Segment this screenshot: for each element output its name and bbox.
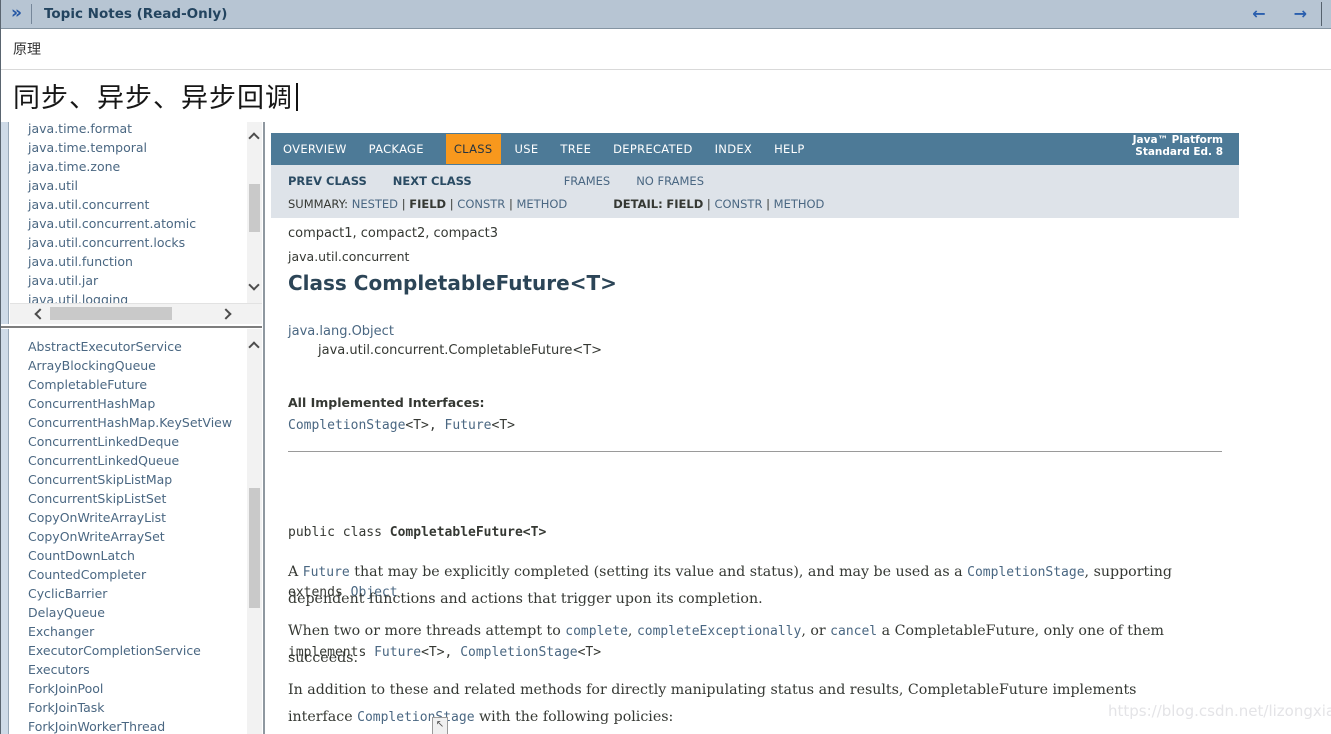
horizontal-rule bbox=[288, 451, 1222, 452]
forward-arrow-icon[interactable]: → bbox=[1294, 4, 1307, 23]
hierarchy-object-link[interactable]: java.lang.Object bbox=[288, 324, 394, 339]
package-vertical-scrollbar[interactable] bbox=[247, 122, 262, 303]
package-name: java.util.concurrent bbox=[288, 249, 409, 264]
package-list-item[interactable]: java.util bbox=[10, 176, 238, 195]
class-list-item[interactable]: Executors bbox=[10, 660, 238, 679]
class-list-item[interactable]: ConcurrentHashMap bbox=[10, 394, 238, 413]
class-list-item[interactable]: ConcurrentLinkedQueue bbox=[10, 451, 238, 470]
class-list-item[interactable]: ExecutorCompletionService bbox=[10, 641, 238, 660]
hierarchy-leaf: java.util.concurrent.CompletableFuture<T… bbox=[318, 343, 602, 358]
scroll-up-icon[interactable] bbox=[248, 341, 259, 352]
frame-left-margin bbox=[1, 122, 9, 734]
implemented-interfaces-list: CompletionStage<T>, Future<T> bbox=[288, 418, 515, 433]
javadoc-frameset: java.time.formatjava.time.temporaljava.t… bbox=[1, 122, 1331, 734]
note-title-text: 同步、异步、异步回调 bbox=[13, 83, 293, 114]
scroll-left-icon[interactable] bbox=[34, 308, 45, 319]
class-list-item[interactable]: CountDownLatch bbox=[10, 546, 238, 565]
note-title-input[interactable]: 同步、异步、异步回调 bbox=[13, 76, 298, 115]
scroll-right-icon[interactable] bbox=[220, 308, 231, 319]
completionstage-link[interactable]: CompletionStage bbox=[357, 710, 474, 725]
class-list-item[interactable]: CyclicBarrier bbox=[10, 584, 238, 603]
class-list-item[interactable]: CopyOnWriteArrayList bbox=[10, 508, 238, 527]
class-list-item[interactable]: ConcurrentHashMap.KeySetView bbox=[10, 413, 238, 432]
description-paragraph-2: When two or more threads attempt to comp… bbox=[288, 618, 1180, 672]
javadoc-content: compact1, compact2, compact3 java.util.c… bbox=[266, 122, 1331, 734]
page: » Topic Notes (Read-Only) ← → 原理 同步、异步、异… bbox=[0, 0, 1331, 734]
window-title: Topic Notes (Read-Only) bbox=[44, 6, 227, 22]
class-list-item[interactable]: DelayQueue bbox=[10, 603, 238, 622]
completeexceptionally-method-link[interactable]: completeExceptionally bbox=[637, 624, 801, 639]
back-arrow-icon[interactable]: ← bbox=[1252, 4, 1265, 23]
scroll-thumb[interactable] bbox=[249, 488, 260, 608]
note-meta-row: 原理 bbox=[1, 30, 1331, 70]
expand-sidebar-icon[interactable]: » bbox=[11, 3, 22, 23]
resize-corner-icon[interactable]: ↖ bbox=[432, 717, 448, 734]
class-list-item[interactable]: ArrayBlockingQueue bbox=[10, 356, 238, 375]
future-link[interactable]: Future bbox=[303, 565, 350, 580]
package-list-item[interactable]: java.util.concurrent bbox=[10, 195, 238, 214]
class-list-item[interactable]: ConcurrentLinkedDeque bbox=[10, 432, 238, 451]
text-caret bbox=[296, 83, 298, 111]
titlebar-right-separator bbox=[1321, 2, 1322, 26]
class-list-item[interactable]: ForkJoinPool bbox=[10, 679, 238, 698]
class-title: Class CompletableFuture<T> bbox=[288, 271, 617, 295]
package-list-item[interactable]: java.time.format bbox=[10, 122, 238, 138]
package-list-item[interactable]: java.time.temporal bbox=[10, 138, 238, 157]
scroll-up-icon[interactable] bbox=[248, 132, 259, 143]
cancel-method-link[interactable]: cancel bbox=[830, 624, 877, 639]
package-list-item[interactable]: java.time.zone bbox=[10, 157, 238, 176]
class-list-item[interactable]: AbstractExecutorService bbox=[10, 337, 238, 356]
package-list-item[interactable]: java.util.concurrent.atomic bbox=[10, 214, 238, 233]
completionstage-link[interactable]: CompletionStage bbox=[288, 418, 405, 433]
package-list-item[interactable]: java.util.function bbox=[10, 252, 238, 271]
scroll-thumb[interactable] bbox=[50, 307, 172, 320]
class-list-item[interactable]: ConcurrentSkipListSet bbox=[10, 489, 238, 508]
class-list-item[interactable]: Exchanger bbox=[10, 622, 238, 641]
description-paragraph-1: A Future that may be explicitly complete… bbox=[288, 559, 1180, 613]
future-link[interactable]: Future bbox=[445, 418, 492, 433]
complete-method-link[interactable]: complete bbox=[565, 624, 628, 639]
completionstage-link[interactable]: CompletionStage bbox=[967, 565, 1084, 580]
package-list-frame: java.time.formatjava.time.temporaljava.t… bbox=[10, 122, 262, 324]
class-list-item[interactable]: CopyOnWriteArraySet bbox=[10, 527, 238, 546]
scroll-thumb[interactable] bbox=[249, 184, 260, 232]
class-list-item[interactable]: CompletableFuture bbox=[10, 375, 238, 394]
package-list-item[interactable]: java.util.concurrent.locks bbox=[10, 233, 238, 252]
class-list-item[interactable]: ConcurrentSkipListMap bbox=[10, 470, 238, 489]
description-paragraph-3: In addition to these and related methods… bbox=[288, 677, 1180, 731]
package-horizontal-scrollbar[interactable] bbox=[10, 303, 262, 324]
scroll-down-icon[interactable] bbox=[248, 279, 259, 290]
app-titlebar: » Topic Notes (Read-Only) ← → bbox=[1, 0, 1331, 29]
class-vertical-scrollbar[interactable] bbox=[247, 329, 262, 734]
package-list: java.time.formatjava.time.temporaljava.t… bbox=[10, 122, 238, 309]
package-list-item[interactable]: java.util.jar bbox=[10, 271, 238, 290]
csdn-watermark: https://blog.csdn.net/lizongxiao bbox=[1108, 702, 1331, 720]
titlebar-separator bbox=[31, 4, 32, 24]
class-list-frame: AbstractExecutorServiceArrayBlockingQueu… bbox=[10, 329, 262, 734]
class-list: AbstractExecutorServiceArrayBlockingQueu… bbox=[10, 337, 238, 734]
implemented-interfaces-label: All Implemented Interfaces: bbox=[288, 395, 485, 410]
class-list-item[interactable]: ForkJoinWorkerThread bbox=[10, 717, 238, 734]
class-list-item[interactable]: CountedCompleter bbox=[10, 565, 238, 584]
note-field-label: 原理 bbox=[13, 39, 41, 59]
class-list-item[interactable]: ForkJoinTask bbox=[10, 698, 238, 717]
compact-profiles: compact1, compact2, compact3 bbox=[288, 226, 498, 241]
javadoc-main-frame: OVERVIEW PACKAGE CLASS USE TREE DEPRECAT… bbox=[266, 122, 1331, 734]
